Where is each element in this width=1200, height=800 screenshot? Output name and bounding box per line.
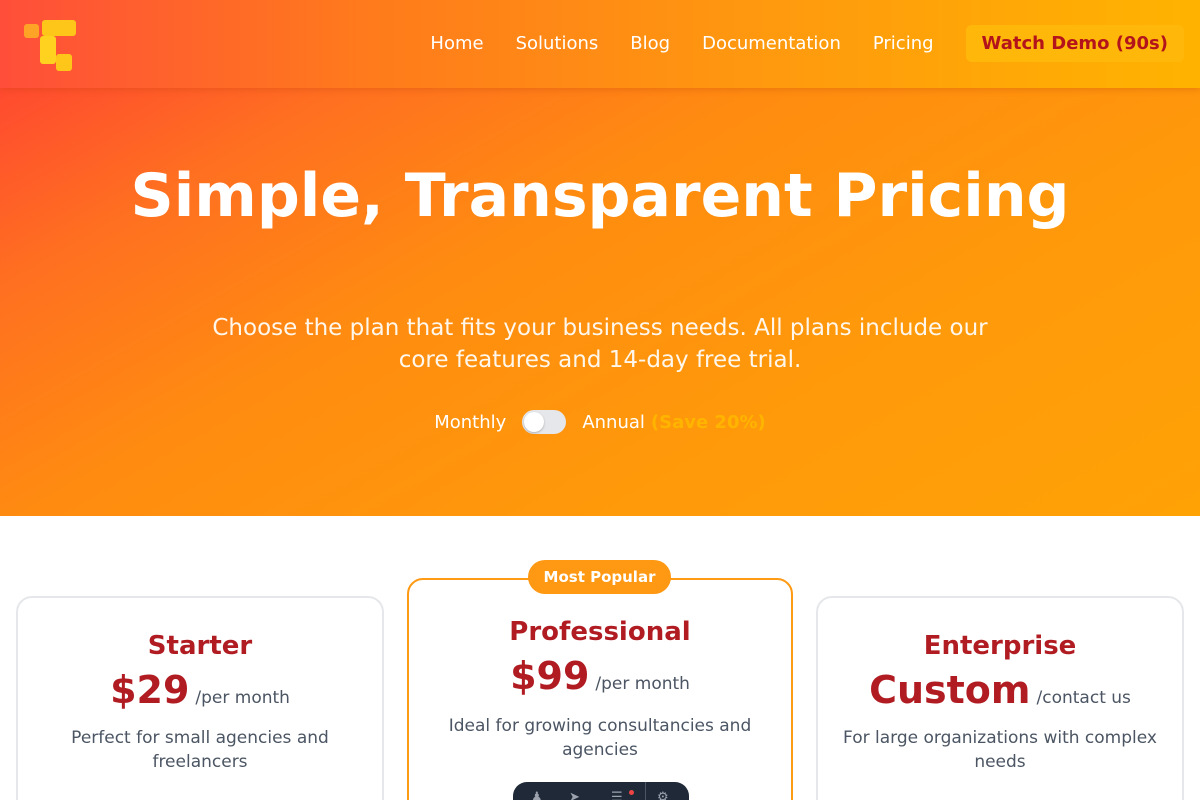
plan-card-starter: Starter $29 /per month Perfect for small… <box>16 596 384 800</box>
menu-icon: ☰ <box>611 790 623 800</box>
plan-period: /per month <box>595 674 690 694</box>
notification-dot-icon <box>629 790 634 795</box>
logo-block <box>42 20 76 36</box>
site-header: Home Solutions Blog Documentation Pricin… <box>0 0 1200 88</box>
user-icon: ♟ <box>531 790 543 800</box>
nav-pricing[interactable]: Pricing <box>873 33 934 54</box>
annual-label: Annual <box>582 411 645 433</box>
hero-title-text: Simple, Transparent Pricing <box>130 161 1070 231</box>
billing-toggle[interactable] <box>522 410 567 434</box>
hero-section: Simple, Transparent Pricing Choose the p… <box>0 88 1200 516</box>
plan-price: Custom <box>869 668 1031 712</box>
nav-blog[interactable]: Blog <box>630 33 670 54</box>
plan-description: Perfect for small agencies and freelance… <box>71 728 329 772</box>
plan-description: For large organizations with complex nee… <box>843 728 1157 772</box>
hero-subtitle: Choose the plan that fits your business … <box>212 315 988 373</box>
plan-card-enterprise: Enterprise Custom /contact us For large … <box>816 596 1184 800</box>
plan-name: Professional <box>509 617 691 647</box>
nav-solutions[interactable]: Solutions <box>516 33 599 54</box>
save-badge: (Save 20%) <box>650 411 766 433</box>
monthly-label: Monthly <box>434 411 507 433</box>
divider <box>645 782 646 800</box>
page-title: Simple, Transparent Pricing <box>0 166 1200 226</box>
plan-name: Starter <box>147 631 253 661</box>
watch-demo-button[interactable]: Watch Demo (90s) <box>965 24 1184 62</box>
plan-period: /contact us <box>1036 688 1131 708</box>
billing-toggle-row: Monthly Annual (Save 20%) <box>0 408 1200 436</box>
plan-name: Enterprise <box>923 631 1077 661</box>
price-line: Custom /contact us <box>818 668 1182 712</box>
most-popular-badge: Most Popular <box>528 560 671 594</box>
logo-block <box>40 36 56 64</box>
plan-card-professional: Professional $99 /per month Ideal for gr… <box>407 578 793 800</box>
send-icon: ➤ <box>569 790 580 800</box>
logo-block <box>56 54 72 71</box>
main-nav: Home Solutions Blog Documentation Pricin… <box>430 24 1184 62</box>
plan-price: $99 <box>510 654 590 698</box>
plan-period: /per month <box>195 688 290 708</box>
app-preview-image: ♟ ➤ ☰ ⚙ <box>513 782 689 800</box>
logo-icon[interactable] <box>22 18 78 74</box>
logo-block <box>24 24 39 38</box>
price-line: $29 /per month <box>18 668 382 712</box>
gear-icon: ⚙ <box>657 790 669 800</box>
toggle-knob <box>524 412 545 432</box>
nav-home[interactable]: Home <box>430 33 483 54</box>
plan-description: Ideal for growing consultancies and agen… <box>448 716 752 760</box>
price-line: $99 /per month <box>409 654 791 698</box>
nav-documentation[interactable]: Documentation <box>702 33 841 54</box>
plan-price: $29 <box>110 668 190 712</box>
